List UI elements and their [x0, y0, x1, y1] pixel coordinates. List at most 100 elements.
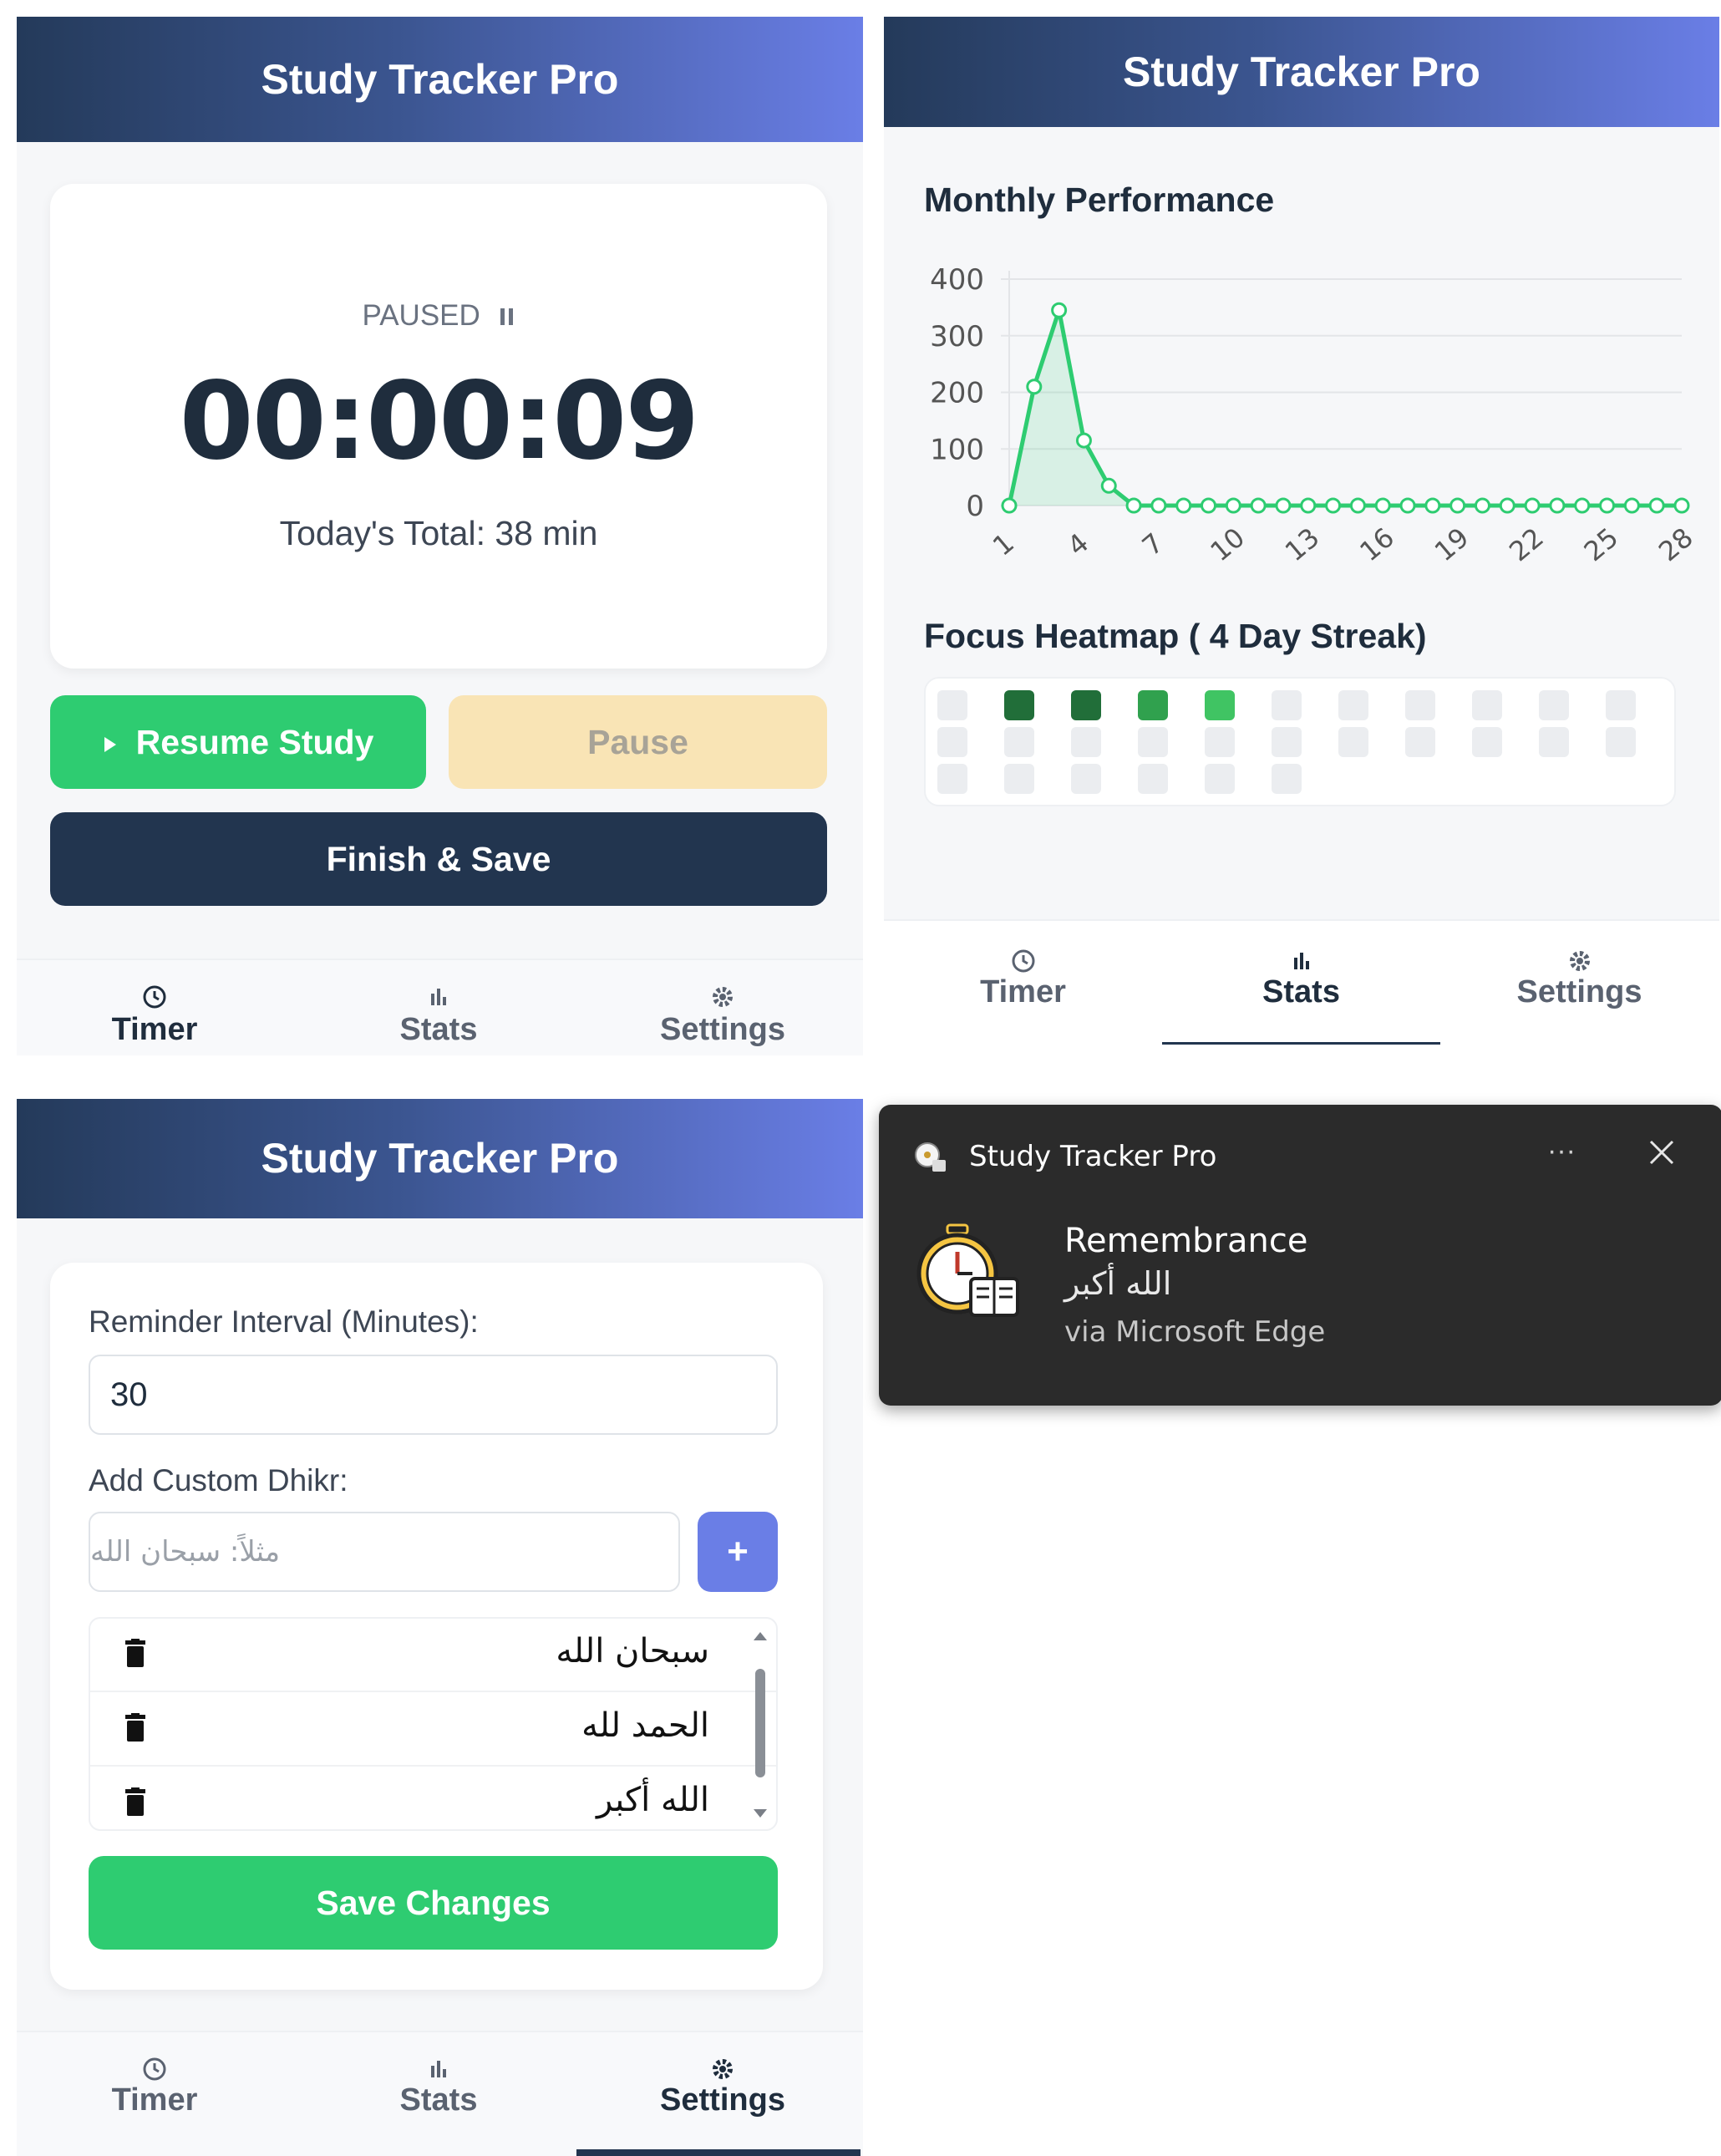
tab-timer-label: Timer	[980, 974, 1066, 1009]
tab-stats[interactable]: Stats	[301, 960, 576, 1055]
heatmap-cell	[1338, 727, 1368, 757]
bottom-nav: Timer Stats Settings	[884, 919, 1719, 1045]
heatmap-cell	[1405, 690, 1435, 720]
heatmap-cell	[1138, 764, 1168, 794]
heatmap-cell	[1338, 690, 1368, 720]
tab-timer[interactable]: Timer	[17, 2032, 292, 2156]
data-point	[1349, 497, 1366, 514]
data-point	[1599, 497, 1616, 514]
series-area	[1009, 310, 1682, 506]
data-point	[1325, 497, 1342, 514]
heatmap-title: Focus Heatmap ( 4 Day Streak)	[924, 617, 1427, 655]
heatmap-cell	[1004, 764, 1034, 794]
heatmap-cell	[1472, 690, 1502, 720]
active-tab-indicator	[1162, 1042, 1440, 1045]
y-tick-label: 200	[930, 377, 984, 410]
dhikr-list: سبحان الله الحمد لله الله أكبر	[89, 1617, 778, 1831]
gear-icon	[1569, 951, 1590, 971]
data-point	[1225, 497, 1241, 514]
data-point	[1524, 497, 1541, 514]
tab-settings[interactable]: Settings	[1440, 921, 1718, 1045]
stats-panel: Study Tracker Pro Monthly Performance 40…	[884, 17, 1719, 1045]
x-tick-label: 13	[1279, 521, 1326, 567]
heatmap-cell	[1004, 690, 1034, 720]
clock-icon	[143, 2057, 166, 2081]
trash-icon[interactable]	[124, 1639, 147, 1673]
bar-chart-icon	[431, 989, 446, 1005]
heatmap-cell	[937, 690, 967, 720]
tab-stats-label: Stats	[1262, 974, 1340, 1009]
heatmap-cell	[937, 764, 967, 794]
data-point	[1026, 379, 1043, 395]
heatmap-cell	[1138, 690, 1168, 720]
tab-stats[interactable]: Stats	[301, 2032, 576, 2156]
resume-button[interactable]: Resume Study	[50, 695, 426, 789]
data-point	[1125, 497, 1142, 514]
data-point	[1374, 497, 1391, 514]
tab-timer-label: Timer	[111, 1012, 198, 1047]
tab-timer[interactable]: Timer	[884, 921, 1162, 1045]
data-point	[1648, 497, 1665, 514]
clock-icon	[1012, 949, 1034, 973]
trash-icon[interactable]	[124, 1787, 147, 1822]
dhikr-input[interactable]: مثلاً: سبحان الله	[89, 1512, 680, 1592]
interval-input[interactable]: 30	[89, 1355, 778, 1435]
add-dhikr-button[interactable]: +	[698, 1512, 778, 1592]
dhikr-text: الله أكبر	[597, 1781, 709, 1819]
bottom-nav: Timer Stats Settings	[17, 2031, 863, 2156]
monthly-performance-chart: 400 300 200 100 01 4 7 10 13 16 19 22 25 28	[930, 263, 1699, 567]
data-point	[1399, 497, 1416, 514]
settings-panel: Study Tracker Pro Reminder Interval (Min…	[17, 1099, 863, 2156]
data-point	[1449, 497, 1466, 514]
finish-save-button[interactable]: Finish & Save	[50, 812, 827, 906]
trash-icon[interactable]	[124, 1713, 147, 1747]
pause-button[interactable]: Pause	[449, 695, 827, 789]
data-point	[1001, 497, 1018, 514]
play-icon	[103, 723, 118, 762]
bottom-nav: Timer Stats Settings	[17, 959, 863, 1055]
focus-heatmap	[924, 677, 1676, 806]
heatmap-cell	[1004, 727, 1034, 757]
tab-timer[interactable]: Timer	[17, 960, 292, 1055]
save-changes-button[interactable]: Save Changes	[89, 1856, 778, 1950]
data-point	[1549, 497, 1566, 514]
y-tick-label: 0	[966, 490, 984, 523]
data-point	[1424, 497, 1441, 514]
stopwatch-book-icon	[914, 1222, 1023, 1326]
close-button[interactable]	[1647, 1138, 1676, 1171]
dhikr-list-item: الحمد لله	[90, 1693, 776, 1767]
dhikr-list-item: سبحان الله	[90, 1619, 776, 1692]
toast-notification[interactable]: Study Tracker Pro ··· Remembrance الله أ…	[879, 1105, 1721, 1406]
heatmap-cell	[1606, 690, 1636, 720]
scrollbar[interactable]	[749, 1627, 771, 1824]
app-title: Study Tracker Pro	[261, 1135, 619, 1182]
app-header: Study Tracker Pro	[884, 17, 1719, 127]
series-line	[1007, 308, 1682, 508]
pause-status-icon	[499, 301, 515, 334]
x-tick-label: 4	[1061, 526, 1094, 562]
gear-icon	[713, 2059, 733, 2079]
tab-settings[interactable]: Settings	[585, 2032, 860, 2156]
heatmap-cell	[1071, 727, 1101, 757]
notification-app-name: Study Tracker Pro	[969, 1140, 1217, 1173]
tab-settings-label: Settings	[660, 2082, 785, 2118]
data-point	[1474, 497, 1490, 514]
app-header: Study Tracker Pro	[17, 17, 863, 142]
more-options-button[interactable]: ···	[1547, 1135, 1576, 1167]
interval-label: Reminder Interval (Minutes):	[89, 1304, 479, 1339]
heatmap-cell	[1205, 727, 1235, 757]
app-title: Study Tracker Pro	[261, 56, 619, 103]
x-tick-label: 25	[1578, 521, 1625, 567]
timer-card: PAUSED 00:00:09 Today's Total: 38 min	[50, 184, 827, 669]
y-tick-label: 100	[930, 433, 984, 466]
y-tick-label: 300	[930, 320, 984, 353]
tab-stats[interactable]: Stats	[1162, 921, 1440, 1045]
heatmap-cell	[1272, 727, 1302, 757]
tab-settings[interactable]: Settings	[585, 960, 860, 1055]
heatmap-cell	[1205, 690, 1235, 720]
timer-panel: Study Tracker Pro PAUSED 00:00:09 Today'…	[17, 17, 863, 1055]
data-point	[1201, 497, 1217, 514]
x-tick-label: 1	[987, 526, 1020, 562]
data-point	[1075, 432, 1092, 449]
heatmap-cell	[1539, 727, 1569, 757]
